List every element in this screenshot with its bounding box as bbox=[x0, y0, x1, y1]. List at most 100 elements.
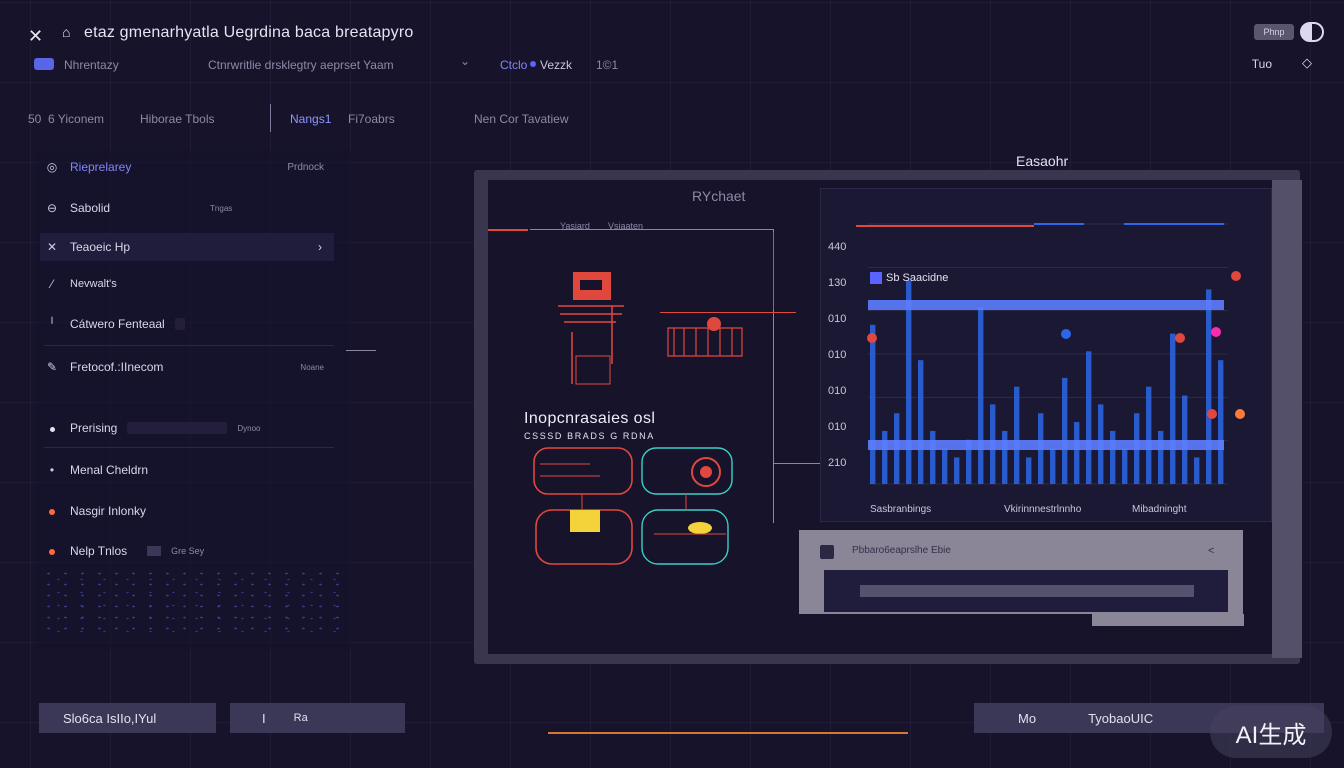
pencil-icon: ✎ bbox=[46, 360, 58, 374]
chart-bar bbox=[954, 457, 960, 484]
chart-bar bbox=[1158, 430, 1164, 484]
footer-button-tools[interactable]: I Ra bbox=[230, 703, 405, 733]
footer-button-primary[interactable]: Slo6ca IsIIo,IYul bbox=[39, 703, 216, 733]
tools-icon: ✕ bbox=[46, 240, 58, 254]
chart-point bbox=[1061, 329, 1071, 339]
tab-overview[interactable]: 6 Yiconem bbox=[48, 112, 104, 126]
window-pill-button[interactable]: Phnp bbox=[1254, 24, 1294, 40]
sidebar-item-protocol[interactable]: ✎ Fretocof.:IInecom Noane bbox=[44, 353, 324, 381]
node-diagram bbox=[533, 447, 733, 565]
chart-bar bbox=[1194, 457, 1200, 484]
footer-left-label: Mo bbox=[1018, 710, 1037, 726]
machine-frame-icon bbox=[558, 305, 624, 384]
dialog-chevron-icon[interactable]: < bbox=[1208, 545, 1214, 557]
toolbar-chip-icon[interactable] bbox=[34, 58, 54, 70]
sidebar-item-theme[interactable]: ✕ Teaoeic Hp › bbox=[40, 233, 334, 261]
app-logo-icon[interactable]: ✕ bbox=[28, 26, 48, 46]
globe-icon: ◎ bbox=[46, 160, 58, 174]
toolbar-center-label[interactable]: Ctnrwritlie drsklegtry aeprset Yaam bbox=[208, 58, 394, 72]
ai-watermark: AI生成 bbox=[1210, 706, 1332, 758]
gray-connector bbox=[530, 229, 774, 230]
toolbar-right-label[interactable]: Tuo bbox=[1252, 57, 1272, 71]
chart-point bbox=[1235, 409, 1245, 419]
node-bubble[interactable] bbox=[533, 447, 633, 495]
sidebar-item-label: Menal Cheldrn bbox=[70, 463, 149, 477]
chart-bar bbox=[1122, 448, 1128, 484]
dialog-input-bar[interactable] bbox=[860, 585, 1194, 597]
chart-x-label: Mibadninght bbox=[1132, 504, 1187, 515]
node-connector bbox=[581, 494, 687, 510]
sidebar-hint: Gre Sey bbox=[171, 546, 205, 556]
diamond-icon[interactable]: ◇ bbox=[1302, 55, 1312, 71]
status-dot-icon bbox=[530, 61, 536, 67]
chart-bar bbox=[1218, 360, 1224, 484]
insight-subtitle: CSSSD BRADS G RDNA bbox=[524, 431, 655, 441]
toggle-icon[interactable] bbox=[147, 546, 162, 556]
pin-icon: ╵ bbox=[48, 317, 56, 331]
sidebar-item-label: Nelp Tnlos bbox=[70, 544, 128, 558]
chart-bar bbox=[906, 280, 912, 484]
sidebar-item-pricing[interactable]: Prerising Dynoo bbox=[44, 414, 324, 442]
chevron-down-icon[interactable]: ⌄ bbox=[460, 54, 470, 68]
tab-num: 50 bbox=[28, 112, 42, 126]
machine-base-icon bbox=[575, 355, 611, 385]
chart-band-bottom bbox=[868, 440, 1224, 450]
coin-icon bbox=[688, 522, 712, 534]
chart-bar bbox=[1182, 395, 1188, 484]
node-bubble[interactable] bbox=[641, 509, 729, 565]
sidebar-item-repository[interactable]: ◎ Rieprelarey Prdnock bbox=[44, 153, 324, 181]
sidebar-item-catalog[interactable]: ╵ Cátwero Fenteaal bbox=[44, 310, 324, 338]
machine-bulb-icon bbox=[707, 317, 721, 331]
chart-bar bbox=[1074, 422, 1080, 484]
window-controls: Phnp bbox=[1254, 22, 1324, 42]
toolbar-accent-number: 1©1 bbox=[596, 58, 619, 72]
sidebar-item-label: Nevwalt's bbox=[70, 278, 117, 290]
folder-icon bbox=[570, 510, 600, 532]
theme-toggle[interactable] bbox=[1300, 22, 1324, 42]
node-text-lines bbox=[540, 463, 600, 477]
tab-preview[interactable]: Nen Cor Tavatiew bbox=[474, 112, 569, 126]
chart-bar bbox=[1014, 386, 1020, 484]
gray-connector bbox=[774, 463, 820, 464]
chart-y-tick: 210 bbox=[828, 457, 846, 469]
sidebar-hint: Dynoo bbox=[237, 423, 261, 433]
chart-x-label: Sasbranbings bbox=[870, 504, 931, 515]
sidebar-item-help[interactable]: Nelp Tnlos Gre Sey bbox=[44, 537, 324, 565]
toolbar-left-label[interactable]: Nhrentazy bbox=[64, 58, 119, 72]
chart-bar bbox=[870, 324, 876, 484]
chart-bar bbox=[1026, 457, 1032, 484]
target-core-icon bbox=[700, 466, 712, 478]
sidebar-item-inbox[interactable]: Nasgir Inlonky bbox=[44, 497, 324, 525]
bullet-icon: • bbox=[49, 463, 55, 477]
orange-dot-icon bbox=[44, 504, 60, 518]
preview-card-edge bbox=[1272, 180, 1302, 658]
toolbar-accent-label-2[interactable]: Vezzk bbox=[540, 58, 572, 72]
legend-label: Sb Saacidne bbox=[886, 272, 949, 284]
chart-bar bbox=[882, 430, 888, 484]
red-connector bbox=[488, 229, 528, 231]
sidebar-item-networks[interactable]: ⁄ Nevwalt's bbox=[44, 270, 324, 298]
chart-y-tick: 010 bbox=[828, 313, 846, 325]
tab-active-secondary[interactable]: Fi7oabrs bbox=[348, 112, 395, 126]
sidebar-separator bbox=[44, 447, 334, 448]
chart-point bbox=[1231, 271, 1241, 281]
sidebar-item-label: Cátwero Fenteaal bbox=[70, 317, 165, 331]
sidebar-item-label: Teaoeic Hp bbox=[70, 240, 131, 254]
toolbar-accent-label[interactable]: Ctclo bbox=[500, 58, 527, 72]
sidebar-separator bbox=[44, 345, 334, 346]
particle-decoration bbox=[40, 568, 350, 638]
dialog-icon bbox=[820, 545, 834, 559]
chart-bar bbox=[1002, 430, 1008, 484]
node-bubble[interactable] bbox=[641, 447, 733, 495]
slash-icon: ⁄ bbox=[50, 277, 53, 291]
legend-swatch bbox=[870, 272, 882, 284]
sidebar-item-solid[interactable]: ⊖ Sabolid Tngas bbox=[44, 194, 324, 222]
chart-band-top bbox=[868, 300, 1224, 310]
orange-dot-icon bbox=[44, 544, 60, 558]
chart-point bbox=[1207, 409, 1217, 419]
footer-cursor-icon: I bbox=[262, 710, 266, 726]
tab-active[interactable]: Nangs1 bbox=[290, 112, 331, 126]
chart-bar bbox=[918, 360, 924, 484]
sidebar-item-channels[interactable]: • Menal Cheldrn bbox=[44, 456, 324, 484]
tab-tools[interactable]: Hiborae Tbols bbox=[140, 112, 214, 126]
